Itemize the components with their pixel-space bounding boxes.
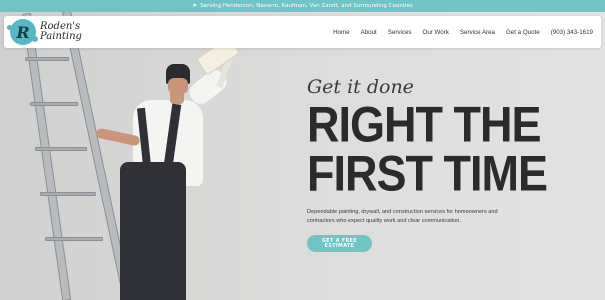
ladder-rung xyxy=(35,147,87,151)
nav-our-work[interactable]: Our Work xyxy=(423,29,449,36)
site-logo[interactable]: R Roden's Painting xyxy=(7,19,130,45)
ladder-left-rail xyxy=(22,12,72,300)
location-arrow-icon: ➤ xyxy=(192,2,198,9)
nav-home[interactable]: Home xyxy=(333,29,350,36)
nav-phone[interactable]: (903) 343-1619 xyxy=(551,29,593,36)
logo-line: Painting xyxy=(40,31,82,42)
hero-copy: Get it done RIGHT THE FIRST TIME Dependa… xyxy=(307,76,597,252)
ladder-rung xyxy=(45,237,103,241)
ladder-rung xyxy=(30,102,78,106)
nav-about[interactable]: About xyxy=(361,29,377,36)
painter-overalls xyxy=(120,162,186,300)
nav-service-area[interactable]: Service Area xyxy=(460,29,495,36)
logo-badge: R xyxy=(7,19,38,45)
ladder-rung xyxy=(25,57,69,61)
nav-services[interactable]: Services xyxy=(388,29,412,36)
hero-section: Get it done RIGHT THE FIRST TIME Dependa… xyxy=(0,12,605,300)
painter-head xyxy=(168,78,188,94)
nav-get-a-quote[interactable]: Get a Quote xyxy=(506,29,540,36)
ladder-rung xyxy=(40,192,96,196)
logo-wordmark: Roden's Painting xyxy=(40,22,82,42)
headline-line: RIGHT THE xyxy=(307,95,542,153)
headline-line: FIRST TIME xyxy=(307,144,548,202)
site-header: R Roden's Painting Home About Services O… xyxy=(4,16,601,48)
free-estimate-button[interactable]: GET A FREE ESTIMATE xyxy=(307,235,372,252)
service-area-text: Serving Henderson, Navarro, Kaufman, Van… xyxy=(200,3,413,9)
hero-description: Dependable painting, drywall, and constr… xyxy=(307,209,498,224)
hero-headline: RIGHT THE FIRST TIME xyxy=(307,95,597,202)
service-area-bar: ➤ Serving Henderson, Navarro, Kaufman, V… xyxy=(0,0,605,12)
main-nav: Home About Services Our Work Service Are… xyxy=(333,29,595,36)
